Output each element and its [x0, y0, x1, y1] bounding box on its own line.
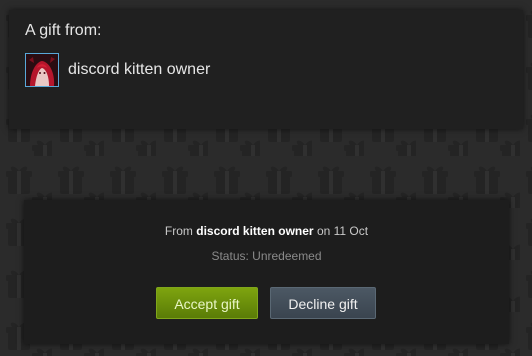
from-sender-name[interactable]: discord kitten owner [196, 224, 313, 238]
profile-avatar-icon[interactable] [25, 53, 59, 87]
decline-gift-button[interactable]: Decline gift [270, 287, 376, 319]
from-date-prefix: on [316, 224, 331, 238]
gift-from-line: From discord kitten owner on 11 Oct [24, 224, 509, 238]
sender-name-link[interactable]: discord kitten owner [68, 61, 210, 79]
gift-from-heading: A gift from: [25, 22, 102, 39]
from-prefix: From [164, 224, 193, 238]
sender-row[interactable]: discord kitten owner [25, 52, 210, 88]
gift-status: Status: Unredeemed [211, 249, 322, 263]
gift-page: A gift from: discord kitten owner From d… [0, 0, 532, 356]
accept-gift-button[interactable]: Accept gift [156, 287, 258, 319]
gift-details-panel: From discord kitten owner on 11 Oct Stat… [24, 200, 509, 344]
gift-date: 11 Oct [333, 224, 369, 238]
